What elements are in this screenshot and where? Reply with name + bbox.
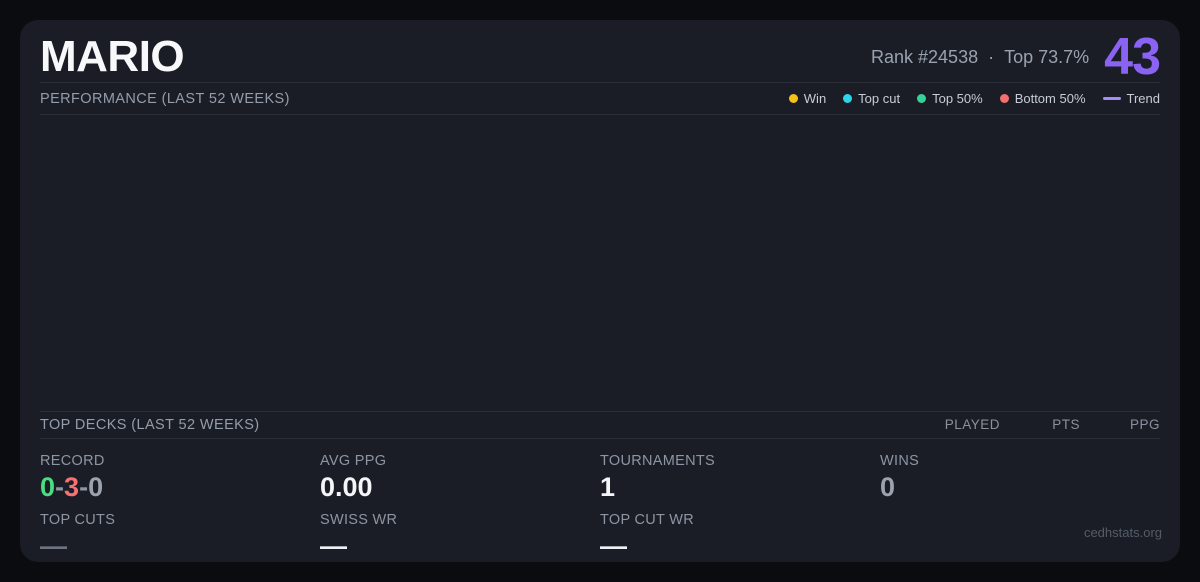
bottom-50-dot-icon [1000,94,1009,103]
swiss-wr-label: SWISS WR [320,512,600,528]
legend-item-top-cut[interactable]: Top cut [843,91,900,106]
record-draws: 0 [88,472,103,502]
performance-section-title: PERFORMANCE (LAST 52 WEEKS) [40,91,290,107]
tournaments-value: 1 [600,472,880,503]
legend-item-win[interactable]: Win [789,91,826,106]
top-cut-wr-value: — [600,531,880,562]
rank-number: Rank #24538 [871,47,978,68]
top-percent: Top 73.7% [1004,47,1089,68]
trend-line-icon [1103,97,1121,100]
top-cuts-label: TOP CUTS [40,512,320,528]
top-decks-section-title: TOP DECKS (LAST 52 WEEKS) [40,417,260,433]
stat-tournaments: TOURNAMENTS 1 TOP CUT WR — [600,444,880,562]
record-value: 0-3-0 [40,472,320,503]
top-50-dot-icon [917,94,926,103]
top-cut-wr-label: TOP CUT WR [600,512,880,528]
avg-ppg-value: 0.00 [320,472,600,503]
top-cuts-value: — [40,531,320,562]
legend-label: Win [804,91,826,106]
stat-record: RECORD 0-3-0 TOP CUTS — [40,444,320,562]
player-stats-card: MARIO Rank #24538 · Top 73.7% 43 PERFORM… [20,20,1180,562]
top-decks-column-headers: PLAYED PTS PPG [920,417,1160,432]
top-decks-header-row: TOP DECKS (LAST 52 WEEKS) PLAYED PTS PPG [40,412,1160,438]
performance-chart [40,115,1160,411]
rank-group: Rank #24538 · Top 73.7% 43 [871,31,1160,83]
stat-avg-ppg: AVG PPG 0.00 SWISS WR — [320,444,600,562]
player-score: 43 [1104,31,1160,83]
legend-label: Bottom 50% [1015,91,1086,106]
record-losses: 3 [64,472,79,502]
win-dot-icon [789,94,798,103]
record-label: RECORD [40,453,320,469]
tournaments-label: TOURNAMENTS [600,453,880,469]
wins-label: WINS [880,453,1160,469]
record-separator: - [79,472,88,502]
legend-label: Top 50% [932,91,983,106]
column-header-ppg: PPG [1080,417,1160,432]
legend-label: Top cut [858,91,900,106]
avg-ppg-label: AVG PPG [320,453,600,469]
swiss-wr-value: — [320,531,600,562]
chart-legend: Win Top cut Top 50% Bottom 50% Trend [789,91,1160,106]
rank-text: Rank #24538 · Top 73.7% [871,47,1089,68]
legend-item-top-50[interactable]: Top 50% [917,91,983,106]
site-watermark: cedhstats.org [1084,525,1162,540]
wins-value: 0 [880,472,1160,503]
legend-item-trend[interactable]: Trend [1103,91,1160,106]
title-row: MARIO Rank #24538 · Top 73.7% 43 [40,20,1160,82]
legend-item-bottom-50[interactable]: Bottom 50% [1000,91,1086,106]
stats-grid: RECORD 0-3-0 TOP CUTS — AVG PPG 0.00 SWI… [40,439,1160,562]
column-header-pts: PTS [1000,417,1080,432]
column-header-played: PLAYED [920,417,1000,432]
player-name: MARIO [40,32,184,82]
record-wins: 0 [40,472,55,502]
record-separator: - [55,472,64,502]
legend-label: Trend [1127,91,1160,106]
stat-wins: WINS 0 [880,444,1160,562]
performance-header-row: PERFORMANCE (LAST 52 WEEKS) Win Top cut … [40,83,1160,114]
rank-separator: · [988,47,994,68]
top-cut-dot-icon [843,94,852,103]
